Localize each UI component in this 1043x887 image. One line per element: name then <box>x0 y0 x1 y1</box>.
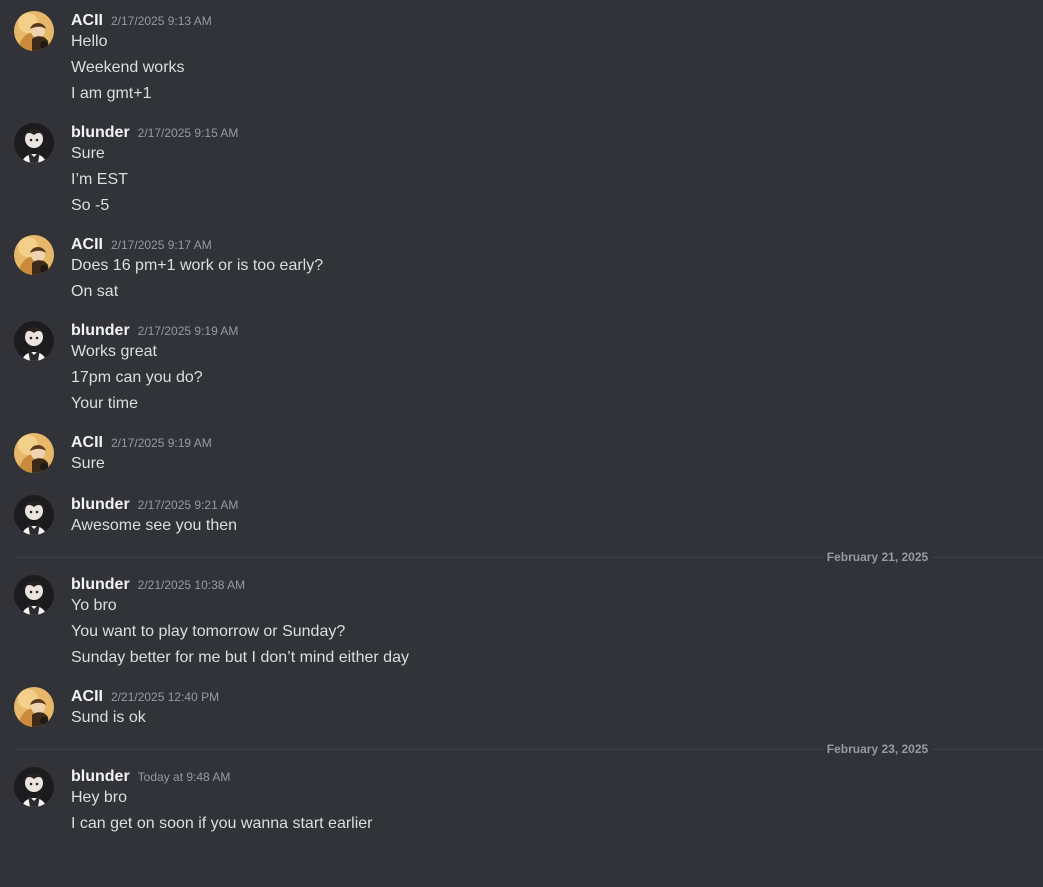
message-text: I’m EST <box>71 171 128 188</box>
username[interactable]: ACII <box>71 11 103 31</box>
message-text: Hey bro <box>71 789 128 806</box>
message-body: Sund is ok <box>71 707 1027 729</box>
date-divider: February 21, 2025 <box>16 549 1043 565</box>
message-text: Sund is ok <box>71 709 146 726</box>
message-text: Sure <box>71 145 105 162</box>
message-group-acii: ACII 2/17/2025 9:19 AM Sure <box>0 430 1043 477</box>
message-body: Does 16 pm+1 work or is too early? On sat <box>71 255 1027 303</box>
message-header: ACII 2/17/2025 9:17 AM <box>71 235 1027 255</box>
message-text: On sat <box>71 283 119 300</box>
avatar-painting-icon[interactable] <box>14 11 54 51</box>
message-text: Awesome see you then <box>71 517 238 534</box>
message-timestamp: 2/17/2025 9:17 AM <box>111 238 212 252</box>
message-header: ACII 2/21/2025 12:40 PM <box>71 687 1027 707</box>
message-timestamp: 2/17/2025 9:21 AM <box>137 498 239 512</box>
message-group-blunder: blunder 2/17/2025 9:21 AM Awesome see you … <box>0 492 1043 539</box>
message-text: Does 16 pm+1 work or is too early? <box>71 257 324 274</box>
message-body: Hey bro I can get on soon if you wanna st… <box>71 787 1027 835</box>
message-timestamp: 2/17/2025 9:19 AM <box>137 324 239 338</box>
message-group-acii: ACII 2/21/2025 12:40 PM Sund is ok <box>0 684 1043 731</box>
message-text: So -5 <box>71 197 110 214</box>
username[interactable]: blunder <box>71 495 130 515</box>
message-text: Yo bro <box>71 597 117 614</box>
message-group-blunder: blunder 2/17/2025 9:15 AM Sure I’m EST So -5 <box>0 120 1043 217</box>
message-body: Yo bro You want to play tomorrow or Sunda… <box>71 595 1027 669</box>
message-text: Hello <box>71 33 108 50</box>
message-text: Sunday better for me but I don’t mind ei… <box>71 649 409 666</box>
message-text: 17pm can you do? <box>71 369 203 386</box>
username[interactable]: ACII <box>71 687 103 707</box>
date-divider-label: February 21, 2025 <box>822 549 933 565</box>
avatar-anime-character-icon[interactable] <box>14 575 54 615</box>
message-text: I am gmt+1 <box>71 85 152 102</box>
message-text: Works great <box>71 343 157 360</box>
username[interactable]: blunder <box>71 123 130 143</box>
message-group-blunder: blunder Today at 9:48 AM Hey bro I can get … <box>0 764 1043 835</box>
avatar-anime-character-icon[interactable] <box>14 321 54 361</box>
message-body: Sure I’m EST So -5 <box>71 143 1027 217</box>
message-body: Works great 17pm can you do? Your time <box>71 341 1027 415</box>
message-group-blunder: blunder 2/17/2025 9:19 AM Works great 17pm … <box>0 318 1043 415</box>
message-timestamp: 2/21/2025 10:38 AM <box>137 578 246 592</box>
message-header: blunder 2/17/2025 9:21 AM <box>71 495 1027 515</box>
username[interactable]: blunder <box>71 575 130 595</box>
message-timestamp: 2/17/2025 9:15 AM <box>137 126 239 140</box>
message-header: blunder Today at 9:48 AM <box>71 767 1027 787</box>
avatar-anime-character-icon[interactable] <box>14 495 54 535</box>
message-header: blunder 2/17/2025 9:15 AM <box>71 123 1027 143</box>
message-timestamp: 2/17/2025 9:13 AM <box>111 14 212 28</box>
message-text: You want to play tomorrow or Sunday? <box>71 623 346 640</box>
username[interactable]: ACII <box>71 235 103 255</box>
message-header: ACII 2/17/2025 9:19 AM <box>71 433 1027 453</box>
message-text: Your time <box>71 395 138 412</box>
avatar-anime-character-icon[interactable] <box>14 123 54 163</box>
avatar-painting-icon[interactable] <box>14 433 54 473</box>
message-header: ACII 2/17/2025 9:13 AM <box>71 11 1027 31</box>
message-group-acii: ACII 2/17/2025 9:17 AM Does 16 pm+1 work o… <box>0 232 1043 303</box>
message-body: Sure <box>71 453 1027 475</box>
message-text: Weekend works <box>71 59 185 76</box>
chat-message-list: ACII 2/17/2025 9:13 AM Hello Weekend works I… <box>0 0 1043 887</box>
username[interactable]: blunder <box>71 767 130 787</box>
message-timestamp: Today at 9:48 AM <box>137 770 231 784</box>
message-header: blunder 2/21/2025 10:38 AM <box>71 575 1027 595</box>
message-timestamp: 2/21/2025 12:40 PM <box>111 690 220 704</box>
message-body: Hello Weekend works I am gmt+1 <box>71 31 1027 105</box>
message-timestamp: 2/17/2025 9:19 AM <box>111 436 212 450</box>
date-divider: February 23, 2025 <box>16 741 1043 757</box>
message-text: Sure <box>71 455 105 472</box>
message-group-acii: ACII 2/17/2025 9:13 AM Hello Weekend works I… <box>0 8 1043 105</box>
message-header: blunder 2/17/2025 9:19 AM <box>71 321 1027 341</box>
username[interactable]: blunder <box>71 321 130 341</box>
message-text: I can get on soon if you wanna start ear… <box>71 815 373 832</box>
username[interactable]: ACII <box>71 433 103 453</box>
message-body: Awesome see you then <box>71 515 1027 537</box>
avatar-painting-icon[interactable] <box>14 235 54 275</box>
avatar-painting-icon[interactable] <box>14 687 54 727</box>
date-divider-label: February 23, 2025 <box>822 741 933 757</box>
message-group-blunder: blunder 2/21/2025 10:38 AM Yo bro You want … <box>0 572 1043 669</box>
avatar-anime-character-icon[interactable] <box>14 767 54 807</box>
